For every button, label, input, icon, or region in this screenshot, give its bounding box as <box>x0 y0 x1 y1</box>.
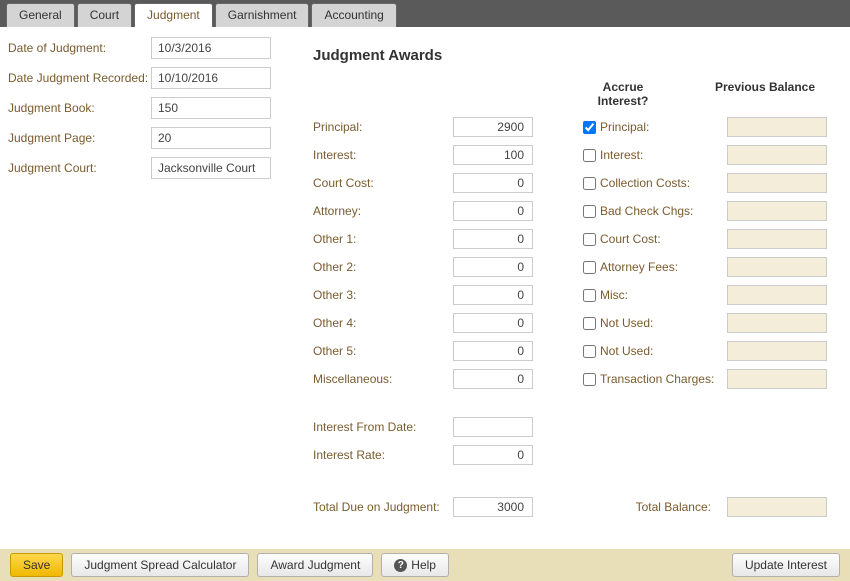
attorney-label: Attorney: <box>313 204 453 218</box>
accrue-notused2-label: Not Used: <box>600 344 653 358</box>
footer-bar: Save Judgment Spread Calculator Award Ju… <box>0 549 850 581</box>
help-label: Help <box>411 558 436 572</box>
section-title: Judgment Awards <box>313 47 832 64</box>
other1-label: Other 1: <box>313 232 453 246</box>
prev-trans-input[interactable] <box>727 369 827 389</box>
accrue-badcheck-checkbox[interactable] <box>583 205 596 218</box>
accrue-courtcost-checkbox[interactable] <box>583 233 596 246</box>
judgment-page-input[interactable] <box>151 127 271 149</box>
prev-misc-input[interactable] <box>727 285 827 305</box>
other4-input[interactable] <box>453 313 533 333</box>
miscellaneous-input[interactable] <box>453 369 533 389</box>
other5-label: Other 5: <box>313 344 453 358</box>
accrue-header: AccrueInterest? <box>553 80 693 108</box>
prev-courtcost-input[interactable] <box>727 229 827 249</box>
date-of-judgment-input[interactable] <box>151 37 271 59</box>
tab-bar: General Court Judgment Garnishment Accou… <box>0 0 850 27</box>
save-button[interactable]: Save <box>10 553 63 577</box>
previous-balance-header: Previous Balance <box>705 80 825 108</box>
courtcost-label: Court Cost: <box>313 176 453 190</box>
accrue-attorneyfees-checkbox[interactable] <box>583 261 596 274</box>
prev-notused1-input[interactable] <box>727 313 827 333</box>
prev-interest-input[interactable] <box>727 145 827 165</box>
other5-input[interactable] <box>453 341 533 361</box>
other4-label: Other 4: <box>313 316 453 330</box>
prev-principal-input[interactable] <box>727 117 827 137</box>
award-judgment-button[interactable]: Award Judgment <box>257 553 373 577</box>
accrue-principal-label: Principal: <box>600 120 649 134</box>
accrue-courtcost-label: Court Cost: <box>600 232 661 246</box>
accrue-trans-label: Transaction Charges: <box>600 372 714 386</box>
other1-input[interactable] <box>453 229 533 249</box>
accrue-collection-checkbox[interactable] <box>583 177 596 190</box>
principal-input[interactable] <box>453 117 533 137</box>
prev-collection-input[interactable] <box>727 173 827 193</box>
miscellaneous-label: Miscellaneous: <box>313 372 453 386</box>
interest-label: Interest: <box>313 148 453 162</box>
left-column: Date of Judgment: Date Judgment Recorded… <box>8 37 293 537</box>
update-interest-button[interactable]: Update Interest <box>732 553 840 577</box>
accrue-interest-checkbox[interactable] <box>583 149 596 162</box>
spread-calculator-button[interactable]: Judgment Spread Calculator <box>71 553 249 577</box>
courtcost-input[interactable] <box>453 173 533 193</box>
total-due-input[interactable] <box>453 497 533 517</box>
accrue-notused1-checkbox[interactable] <box>583 317 596 330</box>
accrue-badcheck-label: Bad Check Chgs: <box>600 204 693 218</box>
date-of-judgment-label: Date of Judgment: <box>8 41 151 55</box>
accrue-trans-checkbox[interactable] <box>583 373 596 386</box>
judgment-court-input[interactable] <box>151 157 271 179</box>
date-recorded-label: Date Judgment Recorded: <box>8 71 151 85</box>
total-due-label: Total Due on Judgment: <box>313 500 453 514</box>
help-icon: ? <box>394 559 407 572</box>
accrue-interest-label: Interest: <box>600 148 643 162</box>
judgment-page-label: Judgment Page: <box>8 131 151 145</box>
prev-badcheck-input[interactable] <box>727 201 827 221</box>
accrue-collection-label: Collection Costs: <box>600 176 690 190</box>
interest-from-date-input[interactable] <box>453 417 533 437</box>
other2-label: Other 2: <box>313 260 453 274</box>
column-headers: AccrueInterest? Previous Balance <box>313 80 832 108</box>
tab-court[interactable]: Court <box>77 3 132 27</box>
accrue-attorneyfees-label: Attorney Fees: <box>600 260 678 274</box>
judgment-book-input[interactable] <box>151 97 271 119</box>
tab-general[interactable]: General <box>6 3 75 27</box>
tab-judgment[interactable]: Judgment <box>134 3 213 27</box>
other3-input[interactable] <box>453 285 533 305</box>
interest-input[interactable] <box>453 145 533 165</box>
tab-garnishment[interactable]: Garnishment <box>215 3 310 27</box>
accrue-principal-checkbox[interactable] <box>583 121 596 134</box>
interest-from-date-label: Interest From Date: <box>313 420 453 434</box>
judgment-book-label: Judgment Book: <box>8 101 151 115</box>
right-column: Judgment Awards AccrueInterest? Previous… <box>293 37 842 537</box>
accrue-notused2-checkbox[interactable] <box>583 345 596 358</box>
attorney-input[interactable] <box>453 201 533 221</box>
interest-rate-input[interactable] <box>453 445 533 465</box>
accrue-notused1-label: Not Used: <box>600 316 653 330</box>
prev-attorneyfees-input[interactable] <box>727 257 827 277</box>
tab-accounting[interactable]: Accounting <box>311 3 396 27</box>
date-recorded-input[interactable] <box>151 67 271 89</box>
accrue-misc-label: Misc: <box>600 288 628 302</box>
principal-label: Principal: <box>313 120 453 134</box>
prev-notused2-input[interactable] <box>727 341 827 361</box>
help-button[interactable]: ? Help <box>381 553 449 577</box>
other3-label: Other 3: <box>313 288 453 302</box>
interest-rate-label: Interest Rate: <box>313 448 453 462</box>
total-balance-input[interactable] <box>727 497 827 517</box>
total-balance-label: Total Balance: <box>583 500 723 514</box>
other2-input[interactable] <box>453 257 533 277</box>
accrue-misc-checkbox[interactable] <box>583 289 596 302</box>
judgment-court-label: Judgment Court: <box>8 161 151 175</box>
